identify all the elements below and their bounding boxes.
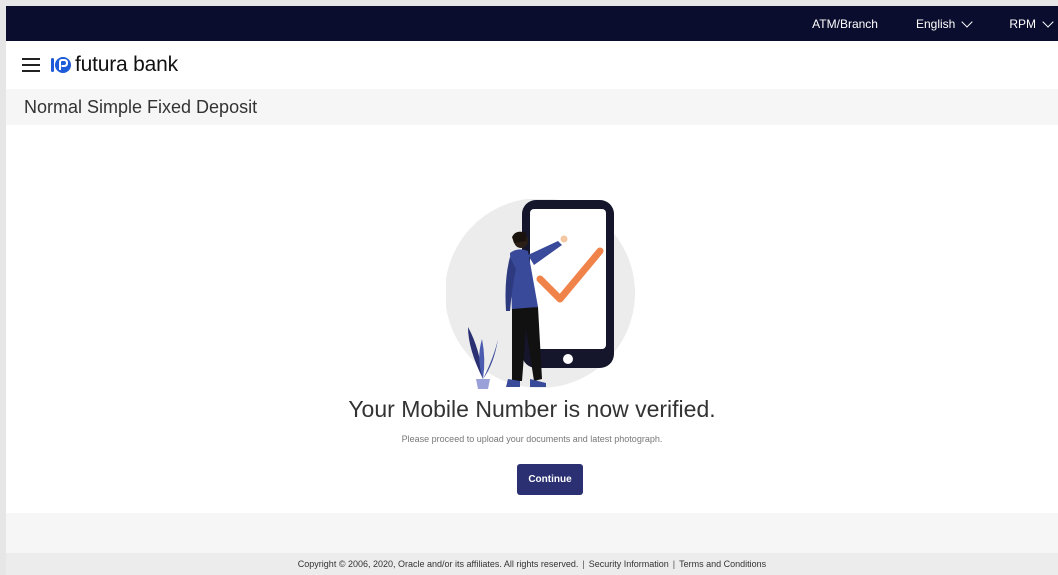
- atm-branch-link[interactable]: ATM/Branch: [812, 17, 878, 31]
- chevron-down-icon: [961, 15, 973, 28]
- user-dropdown[interactable]: RPM: [1009, 15, 1054, 31]
- continue-button[interactable]: Continue: [517, 464, 583, 495]
- title-bar: Normal Simple Fixed Deposit: [6, 89, 1058, 125]
- terms-and-conditions-link[interactable]: Terms and Conditions: [679, 559, 766, 569]
- atm-branch-label: ATM/Branch: [812, 16, 878, 31]
- footer: Copyright © 2006, 2020, Oracle and/or it…: [6, 553, 1058, 575]
- content-bottom-strip: [6, 513, 1058, 553]
- top-bar: ATM/Branch English RPM: [6, 6, 1058, 41]
- app-header: futura bank: [6, 41, 1058, 89]
- logo-text: futura bank: [75, 53, 178, 76]
- language-label: English: [915, 16, 956, 31]
- copyright-text: Copyright © 2006, 2020, Oracle and/or it…: [297, 559, 579, 569]
- hamburger-icon[interactable]: [22, 58, 40, 72]
- futura-bank-logo-icon: [51, 57, 71, 73]
- user-label: RPM: [1009, 16, 1036, 31]
- security-information-link[interactable]: Security Information: [589, 559, 669, 569]
- sub-message: Please proceed to upload your documents …: [401, 434, 663, 444]
- mobile-verified-illustration: [446, 199, 635, 389]
- chevron-down-icon: [1042, 15, 1054, 28]
- bank-logo[interactable]: futura bank: [50, 53, 178, 77]
- footer-separator: |: [672, 559, 676, 569]
- main-content: Your Mobile Number is now verified. Plea…: [6, 125, 1058, 513]
- verified-message: Your Mobile Number is now verified.: [348, 396, 716, 422]
- page-title: Normal Simple Fixed Deposit: [24, 96, 258, 117]
- footer-separator: |: [582, 559, 585, 569]
- language-dropdown[interactable]: English: [915, 15, 973, 31]
